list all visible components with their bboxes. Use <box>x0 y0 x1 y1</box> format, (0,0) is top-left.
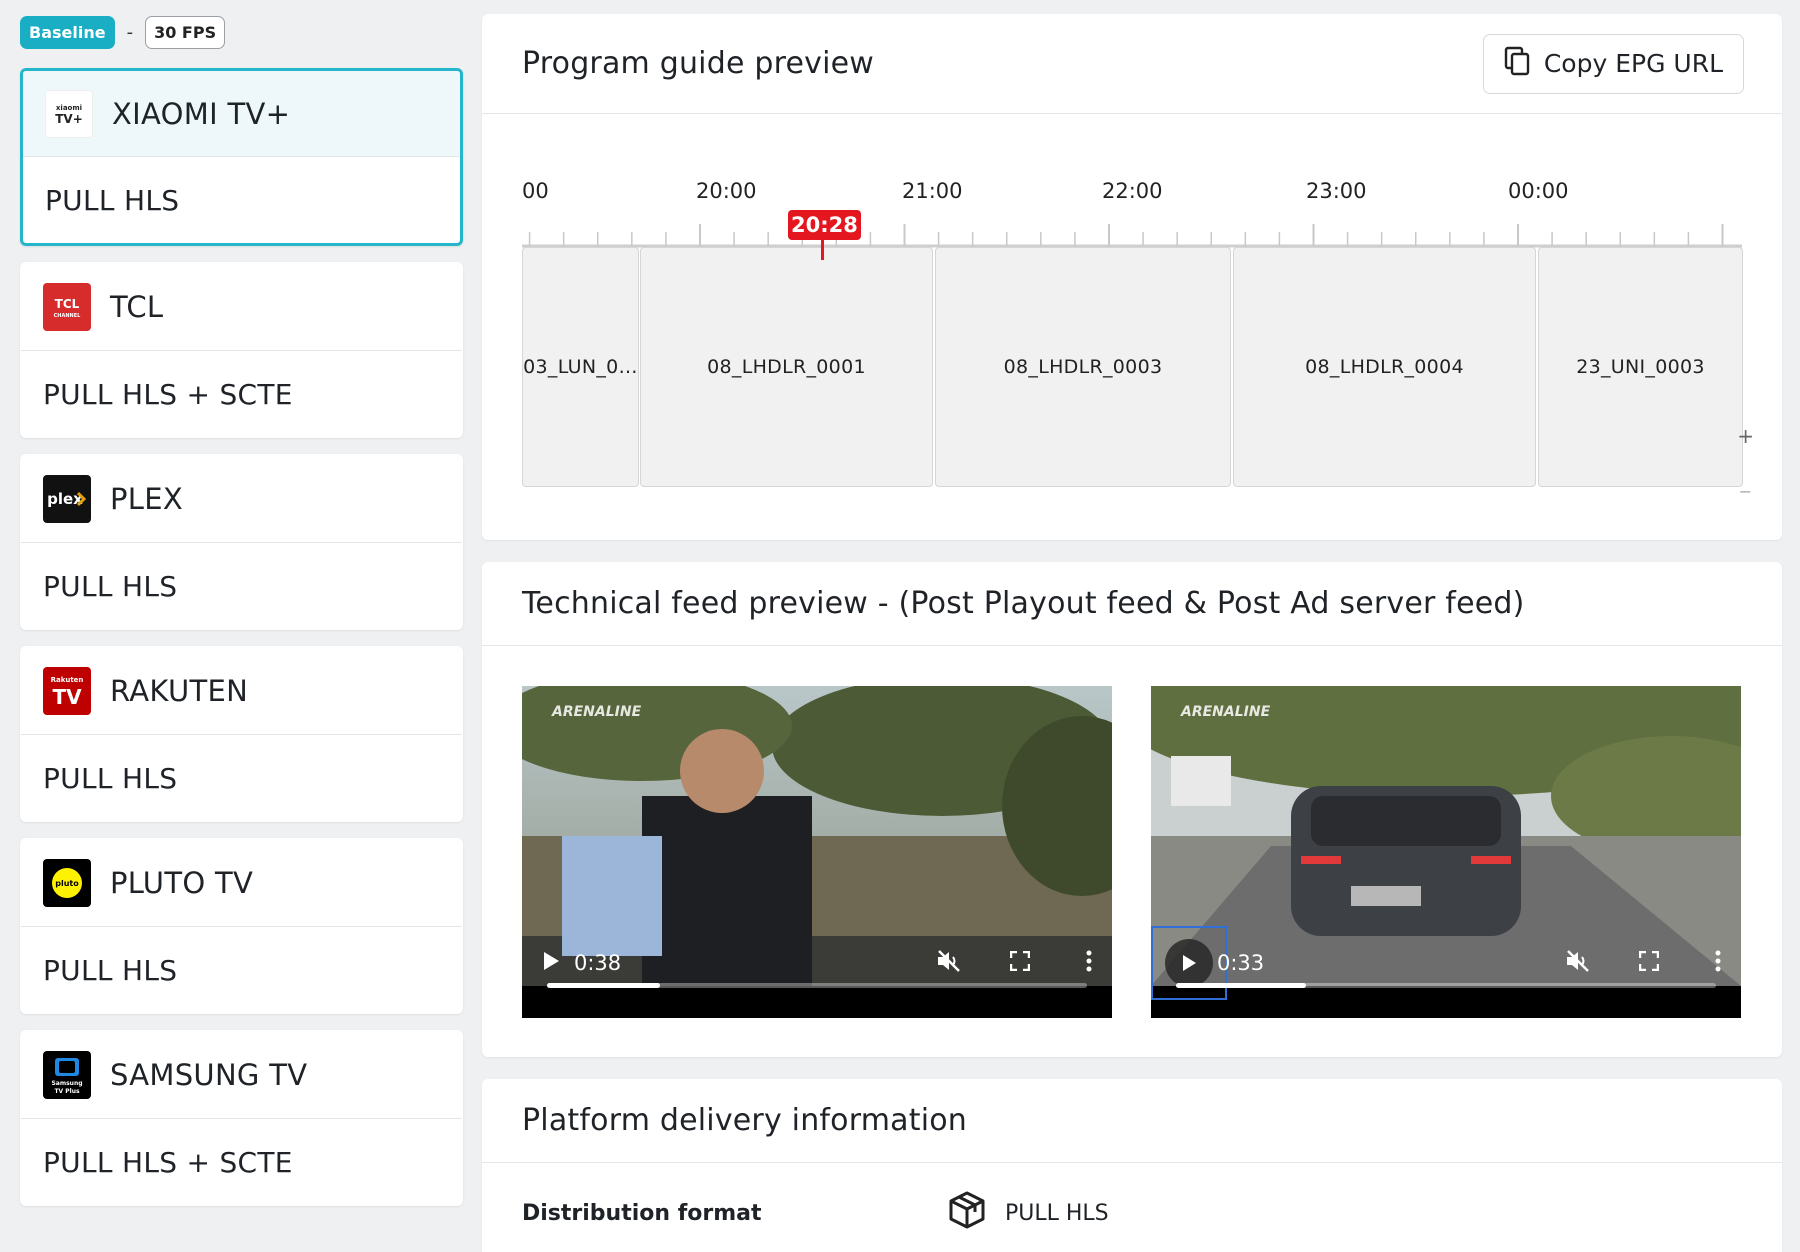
tcl-logo-icon: TCL CHANNEL <box>43 282 91 331</box>
svg-text:CHANNEL: CHANNEL <box>54 313 82 319</box>
video-time: 0:38 <box>574 951 622 975</box>
video-player-post-ad-server[interactable]: ARENALINE 0:33 <box>1151 686 1741 1018</box>
delivery-info-panel: Platform delivery information Distributi… <box>482 1079 1782 1252</box>
video-progress-bar[interactable] <box>547 983 1087 988</box>
svg-text:plex: plex <box>47 490 83 508</box>
sidebar: Baseline - 30 FPS xiaomi TV+ XIAOMI TV+ … <box>20 14 463 1222</box>
copy-icon <box>1504 46 1530 82</box>
platform-card-plex[interactable]: plex PLEX PULL HLS <box>20 454 463 630</box>
platform-card-pluto[interactable]: pluto PLUTO TV PULL HLS <box>20 838 463 1014</box>
play-icon[interactable] <box>542 951 560 976</box>
zoom-in-button[interactable]: + <box>1737 424 1754 448</box>
program-block[interactable]: 23_UNI_0003 <box>1538 247 1743 487</box>
distribution-format-value: PULL HLS <box>1005 1200 1109 1226</box>
svg-text:TCL: TCL <box>55 297 80 311</box>
program-block[interactable]: 08_LHDLR_0004 <box>1233 247 1536 487</box>
baseline-badge[interactable]: Baseline <box>20 15 115 49</box>
video-progress-fill <box>1176 983 1306 988</box>
fullscreen-icon[interactable] <box>1638 950 1660 976</box>
platform-card-samsung[interactable]: Samsung TV Plus SAMSUNG TV PULL HLS + SC… <box>20 1030 463 1206</box>
video-controls: 0:38 <box>522 938 1112 988</box>
badge-separator: - <box>126 21 134 43</box>
program-title: 03_LUN_0… <box>523 356 638 378</box>
platform-card-tcl[interactable]: TCL CHANNEL TCL PULL HLS + SCTE <box>20 262 463 438</box>
epg-timeline[interactable]: 00 20:00 21:00 22:00 23:00 00:00 03_LUN_… <box>482 114 1782 616</box>
platform-delivery: PULL HLS <box>43 761 178 795</box>
platform-name: SAMSUNG TV <box>110 1057 308 1092</box>
program-block[interactable]: 03_LUN_0… <box>522 247 639 487</box>
channel-watermark: ARENALINE <box>1181 704 1271 720</box>
program-block[interactable]: 08_LHDLR_0001 <box>640 247 933 487</box>
svg-text:pluto: pluto <box>55 879 79 888</box>
video-players: ARENALINE 0:38 ARENALINE 0:33 <box>482 646 1782 1056</box>
pluto-tv-logo-icon: pluto <box>43 858 91 907</box>
tick-label: 00 <box>522 179 549 203</box>
program-title: 08_LHDLR_0004 <box>1305 356 1464 378</box>
svg-text:Samsung: Samsung <box>51 1080 82 1087</box>
mute-icon[interactable] <box>1565 949 1591 978</box>
video-controls: 0:33 <box>1151 926 1741 1000</box>
platform-name: TCL <box>110 289 164 324</box>
rakuten-tv-logo-icon: Rakuten TV <box>43 666 91 715</box>
delivery-info-title: Platform delivery information <box>522 1103 968 1138</box>
svg-text:TV Plus: TV Plus <box>54 1088 80 1095</box>
time-axis <box>522 224 1742 248</box>
fps-badge: 30 FPS <box>145 15 226 49</box>
svg-text:xiaomi: xiaomi <box>56 104 82 112</box>
tick-label: 22:00 <box>1102 179 1163 203</box>
channel-watermark: ARENALINE <box>552 704 642 720</box>
tick-label: 20:00 <box>696 179 757 203</box>
play-icon[interactable] <box>1151 926 1227 1000</box>
video-progress-fill <box>547 983 661 988</box>
video-progress-bar[interactable] <box>1176 983 1716 988</box>
platform-card-rakuten[interactable]: Rakuten TV RAKUTEN PULL HLS <box>20 646 463 822</box>
program-title: 08_LHDLR_0001 <box>707 356 866 378</box>
platform-delivery: PULL HLS <box>43 569 178 603</box>
tick-label: 00:00 <box>1508 179 1569 203</box>
xiaomi-tv-logo-icon: xiaomi TV+ <box>45 89 93 138</box>
program-guide-panel: Program guide preview Copy EPG URL 00 20… <box>482 14 1782 616</box>
mute-icon[interactable] <box>936 949 962 978</box>
platform-delivery: PULL HLS + SCTE <box>43 377 293 411</box>
svg-text:TV+: TV+ <box>55 112 83 126</box>
distribution-format-label: Distribution format <box>522 1200 762 1226</box>
technical-feed-panel: Technical feed preview - (Post Playout f… <box>482 562 1782 1057</box>
video-time: 0:33 <box>1217 951 1265 975</box>
package-icon <box>947 1190 987 1236</box>
zoom-out-button[interactable]: − <box>1739 482 1752 501</box>
svg-text:Rakuten: Rakuten <box>51 676 84 684</box>
program-title: 08_LHDLR_0003 <box>1003 356 1163 378</box>
samsung-tv-plus-logo-icon: Samsung TV Plus <box>43 1050 91 1099</box>
platform-name: PLUTO TV <box>110 865 254 900</box>
now-time-badge: 20:28 <box>788 210 861 240</box>
fullscreen-icon[interactable] <box>1009 950 1031 976</box>
program-title: 23_UNI_0003 <box>1576 356 1705 378</box>
stream-info: Baseline - 30 FPS <box>20 14 463 50</box>
video-player-post-playout[interactable]: ARENALINE 0:38 <box>522 686 1112 1018</box>
more-options-icon[interactable] <box>1086 950 1092 977</box>
platform-name: XIAOMI TV+ <box>112 96 291 131</box>
tick-label: 21:00 <box>902 179 963 203</box>
svg-text:TV: TV <box>52 685 82 709</box>
program-guide-title: Program guide preview <box>522 46 874 81</box>
technical-feed-title: Technical feed preview - (Post Playout f… <box>522 586 1525 621</box>
platform-delivery: PULL HLS + SCTE <box>43 1145 293 1179</box>
copy-epg-url-button[interactable]: Copy EPG URL <box>1482 33 1744 94</box>
plex-logo-icon: plex <box>43 474 91 523</box>
tick-label: 23:00 <box>1306 179 1367 203</box>
platform-delivery: PULL HLS <box>43 953 178 987</box>
program-block[interactable]: 08_LHDLR_0003 <box>935 247 1231 487</box>
platform-delivery: PULL HLS <box>45 183 180 217</box>
copy-epg-url-label: Copy EPG URL <box>1543 49 1723 78</box>
platform-name: PLEX <box>110 481 184 516</box>
distribution-format-row: Distribution format PULL HLS <box>482 1163 1782 1252</box>
more-options-icon[interactable] <box>1715 950 1721 977</box>
platform-card-xiaomi[interactable]: xiaomi TV+ XIAOMI TV+ PULL HLS <box>20 68 463 246</box>
platform-name: RAKUTEN <box>110 673 249 708</box>
